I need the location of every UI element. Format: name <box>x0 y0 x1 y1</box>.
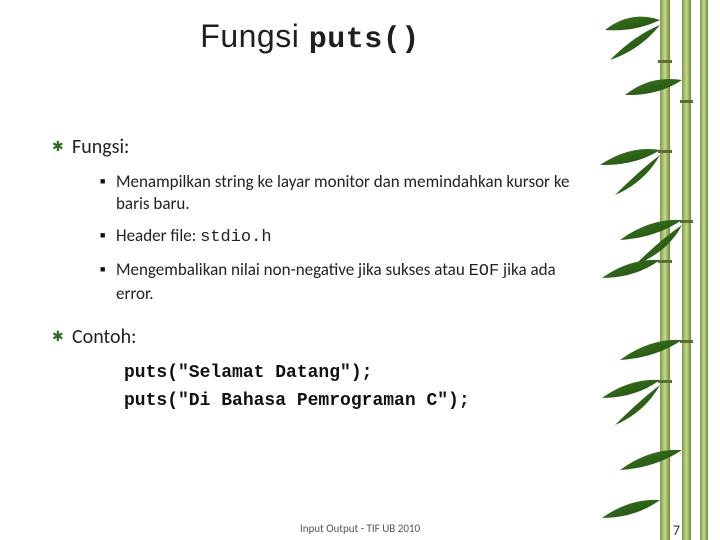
footer-text: Input Output - TIF UB 2010 <box>300 522 420 535</box>
square-bullet-icon: ■ <box>100 259 116 281</box>
page-number: 7 <box>673 522 680 539</box>
code-line: puts("Di Bahasa Pemrograman C"); <box>124 387 590 415</box>
asterisk-icon: ✱ <box>52 135 72 159</box>
list-item: ■ Header file: stdio.h <box>100 225 590 249</box>
item-text: Mengembalikan nilai non-negative jika su… <box>116 259 590 305</box>
asterisk-icon: ✱ <box>52 325 72 349</box>
slide-content: Fungsi puts() ✱ Fungsi: ■ Menampilkan st… <box>0 0 720 540</box>
title-code: puts() <box>309 23 420 57</box>
item-text: Header file: stdio.h <box>116 225 272 249</box>
section-label: Fungsi: <box>72 135 129 159</box>
section-fungsi: ✱ Fungsi: ■ Menampilkan string ke layar … <box>52 135 590 305</box>
list-item: ■ Mengembalikan nilai non-negative jika … <box>100 259 590 305</box>
code-line: puts("Selamat Datang"); <box>124 359 590 387</box>
fungsi-sublist: ■ Menampilkan string ke layar monitor da… <box>52 171 590 305</box>
top-list: ✱ Fungsi: ■ Menampilkan string ke layar … <box>30 135 590 415</box>
list-item: ■ Menampilkan string ke layar monitor da… <box>100 171 590 215</box>
item-text: Menampilkan string ke layar monitor dan … <box>116 171 590 215</box>
section-label: Contoh: <box>72 325 136 349</box>
section-contoh: ✱ Contoh: puts("Selamat Datang"); puts("… <box>52 325 590 415</box>
code-example: puts("Selamat Datang"); puts("Di Bahasa … <box>52 359 590 415</box>
square-bullet-icon: ■ <box>100 225 116 247</box>
title-prefix: Fungsi <box>200 18 308 54</box>
square-bullet-icon: ■ <box>100 171 116 193</box>
slide-title: Fungsi puts() <box>30 18 590 57</box>
